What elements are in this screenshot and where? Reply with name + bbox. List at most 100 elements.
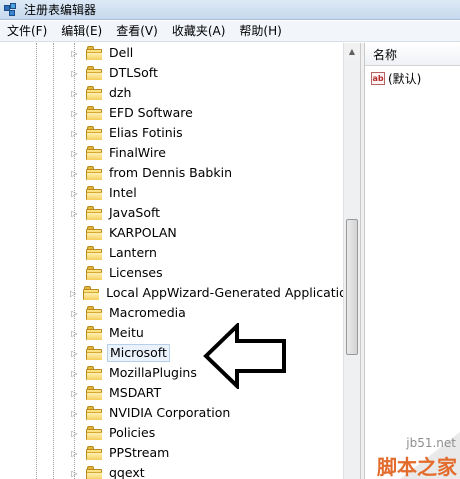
expand-arrow-icon[interactable]: ▷ (70, 109, 79, 118)
menu-help[interactable]: 帮助(H) (232, 22, 288, 41)
expand-arrow-icon[interactable]: ▷ (70, 449, 79, 458)
folder-icon (86, 146, 102, 160)
tree-item-label: Lantern (109, 245, 157, 260)
expand-arrow-icon[interactable]: ▷ (70, 309, 79, 318)
annotation-arrow-icon (203, 323, 286, 389)
folder-icon (86, 306, 102, 320)
tree-item-label: MSDART (109, 385, 162, 400)
folder-icon (86, 406, 102, 420)
expand-arrow-icon[interactable]: ▷ (70, 409, 79, 418)
menu-bar: 文件(F) 编辑(E) 查看(V) 收藏夹(A) 帮助(H) (0, 21, 460, 42)
tree-item[interactable]: ▷ Macromedia (70, 303, 355, 323)
tree-item-label: from Dennis Babkin (109, 165, 232, 180)
tree-item-label: FinalWire (109, 145, 166, 160)
expand-arrow-icon[interactable]: ▷ (70, 169, 79, 178)
tree-item-label: Licenses (109, 265, 163, 280)
tree-item[interactable]: ▷KARPOLAN (70, 223, 355, 243)
tree-item-label: PPStream (109, 445, 170, 460)
expand-arrow-icon[interactable]: ▷ (70, 469, 79, 478)
tree-item[interactable]: ▷ Intel (70, 183, 355, 203)
tree-item[interactable]: ▷Licenses (70, 263, 355, 283)
tree-item-label: JavaSoft (109, 205, 161, 220)
tree-item-label: dzh (109, 85, 132, 100)
expand-arrow-icon[interactable]: ▷ (70, 49, 79, 58)
tree-item[interactable]: ▷ dzh (70, 83, 355, 103)
tree-item-label: Meitu (109, 325, 144, 340)
menu-view[interactable]: 查看(V) (109, 22, 165, 41)
folder-icon (86, 106, 102, 120)
tree-item[interactable]: ▷ from Dennis Babkin (70, 163, 355, 183)
folder-icon (86, 186, 102, 200)
folder-icon (86, 206, 102, 220)
watermark-domain: jb51.net (406, 436, 456, 450)
folder-icon (86, 446, 102, 460)
folder-icon (86, 126, 102, 140)
tree-item-label: Dell (109, 45, 134, 60)
column-header-name[interactable]: 名称 (365, 43, 460, 66)
folder-icon (86, 466, 102, 479)
folder-icon (86, 346, 102, 360)
expand-arrow-icon[interactable]: ▷ (70, 349, 79, 358)
tree-item-label: Policies (109, 425, 156, 440)
tree-item[interactable]: ▷ Policies (70, 423, 355, 443)
folder-icon (86, 166, 102, 180)
tree-item[interactable]: ▷ DTLSoft (70, 63, 355, 83)
tree-item[interactable]: ▷ EFD Software (70, 103, 355, 123)
tree-item-label: KARPOLAN (109, 225, 177, 240)
tree-item[interactable]: ▷Lantern (70, 243, 355, 263)
folder-icon (83, 286, 100, 300)
tree-item[interactable]: ▷ Local AppWizard-Generated Applications (70, 283, 360, 303)
registry-editor-icon (4, 2, 18, 17)
folder-icon (86, 66, 102, 80)
folder-icon (86, 86, 102, 100)
expand-arrow-icon[interactable]: ▷ (70, 329, 79, 338)
value-row[interactable]: ab (默认) (371, 69, 421, 87)
tree-item-label: Microsoft (107, 344, 170, 362)
tree-item-label: Intel (109, 185, 137, 200)
tree-item[interactable]: ▷ NVIDIA Corporation (70, 403, 355, 423)
tree-guide-line (36, 43, 37, 479)
folder-icon (86, 426, 102, 440)
tree-item[interactable]: ▷ JavaSoft (70, 203, 355, 223)
tree-item[interactable]: ▷ Dell (70, 43, 355, 63)
expand-arrow-icon[interactable]: ▷ (70, 189, 79, 198)
title-bar[interactable]: 注册表编辑器 (0, 0, 460, 20)
expand-arrow-icon[interactable]: ▷ (70, 289, 76, 298)
tree-item[interactable]: ▷ qqext (70, 463, 355, 479)
expand-arrow-icon[interactable]: ▷ (70, 369, 79, 378)
expand-arrow-icon[interactable]: ▷ (70, 209, 79, 218)
tree-item-label: NVIDIA Corporation (109, 405, 231, 420)
window-title: 注册表编辑器 (24, 3, 97, 17)
tree-item-label: DTLSoft (109, 65, 158, 80)
folder-icon (86, 386, 102, 400)
folder-icon (86, 326, 102, 340)
tree-vertical-scrollbar[interactable]: ▲ (343, 43, 360, 479)
menu-file[interactable]: 文件(F) (0, 22, 54, 41)
tree-item-label: qqext (109, 465, 145, 479)
expand-arrow-icon[interactable]: ▷ (70, 129, 79, 138)
scroll-up-icon[interactable]: ▲ (344, 43, 360, 60)
expand-arrow-icon[interactable]: ▷ (70, 389, 79, 398)
tree-item[interactable]: ▷ Elias Fotinis (70, 123, 355, 143)
expand-arrow-icon[interactable]: ▷ (70, 149, 79, 158)
tree-item-label: Local AppWizard-Generated Applications (106, 285, 360, 300)
folder-icon (86, 226, 102, 240)
expand-arrow-icon[interactable]: ▷ (70, 429, 79, 438)
string-value-icon: ab (371, 71, 385, 85)
values-pane[interactable]: 名称 ab (默认) (365, 43, 460, 479)
menu-edit[interactable]: 编辑(E) (54, 22, 109, 41)
registry-tree[interactable]: ▷ Dell ▷ DTLSoft ▷ dzh ▷ EFD Software ▷ Elias Fot… (0, 43, 360, 479)
folder-icon (86, 266, 102, 280)
tree-item[interactable]: ▷ FinalWire (70, 143, 355, 163)
menu-favorites[interactable]: 收藏夹(A) (165, 22, 233, 41)
expand-arrow-icon[interactable]: ▷ (70, 69, 79, 78)
watermark-name: 脚本之家 (377, 455, 457, 479)
folder-icon (86, 366, 102, 380)
tree-item-label: MozillaPlugins (109, 365, 197, 380)
tree-item-label: EFD Software (109, 105, 193, 120)
scrollbar-thumb[interactable] (346, 219, 358, 355)
tree-item[interactable]: ▷ PPStream (70, 443, 355, 463)
tree-guide-line (53, 43, 54, 479)
expand-arrow-icon[interactable]: ▷ (70, 89, 79, 98)
tree-item-label: Elias Fotinis (109, 125, 183, 140)
